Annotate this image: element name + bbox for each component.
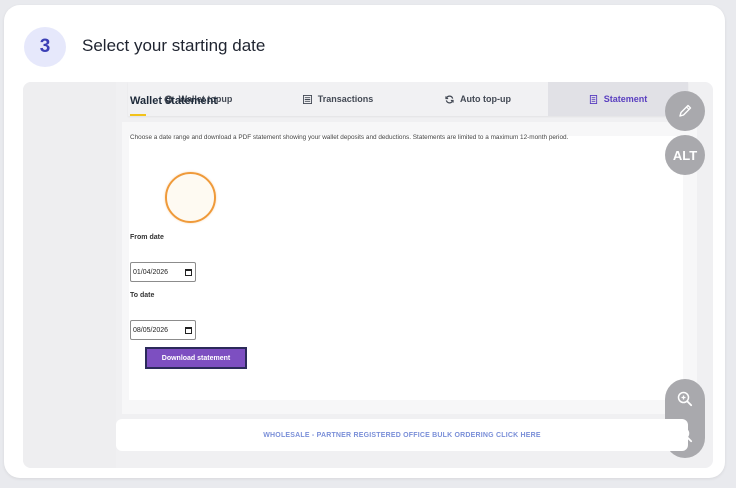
- step-number-badge: 3: [24, 27, 66, 67]
- edit-button[interactable]: [665, 91, 705, 131]
- footer-link[interactable]: WHOLESALE - PARTNER REGISTERED OFFICE BU…: [263, 432, 541, 439]
- tab-label: Transactions: [317, 94, 374, 104]
- title-underline: [130, 114, 146, 116]
- from-date-label: From date: [130, 234, 164, 241]
- step-card: 3 Select your starting date Wallet topup…: [4, 5, 725, 478]
- tab-auto-top-up[interactable]: Auto top-up: [408, 82, 548, 116]
- left-gutter: [23, 82, 116, 468]
- statement-title: Wallet statement: [130, 95, 218, 107]
- alt-text-button[interactable]: ALT: [665, 135, 705, 175]
- calendar-icon[interactable]: [185, 326, 192, 334]
- download-statement-button[interactable]: Download statement: [145, 347, 247, 369]
- to-date-value: 08/05/2026: [133, 326, 169, 334]
- tab-transactions[interactable]: Transactions: [268, 82, 408, 116]
- document-icon: [589, 94, 597, 104]
- statement-description: Choose a date range and download a PDF s…: [130, 134, 569, 141]
- from-date-input[interactable]: 01/04/2026: [130, 262, 196, 282]
- tab-label: Auto top-up: [460, 94, 511, 104]
- zoom-in-icon: [677, 391, 693, 407]
- list-icon: [302, 94, 312, 104]
- to-date-input[interactable]: 08/05/2026: [130, 320, 196, 340]
- tab-label: Statement: [603, 94, 648, 104]
- step-title: Select your starting date: [82, 36, 266, 55]
- to-date-label: To date: [130, 292, 155, 299]
- refresh-icon: [445, 95, 454, 103]
- click-highlight-indicator: [165, 172, 216, 223]
- from-date-value: 01/04/2026: [133, 268, 169, 276]
- calendar-icon[interactable]: [185, 268, 192, 276]
- pencil-icon: [679, 104, 692, 117]
- footer-link-bar[interactable]: WHOLESALE - PARTNER REGISTERED OFFICE BU…: [116, 419, 688, 451]
- zoom-in-button[interactable]: [665, 381, 705, 417]
